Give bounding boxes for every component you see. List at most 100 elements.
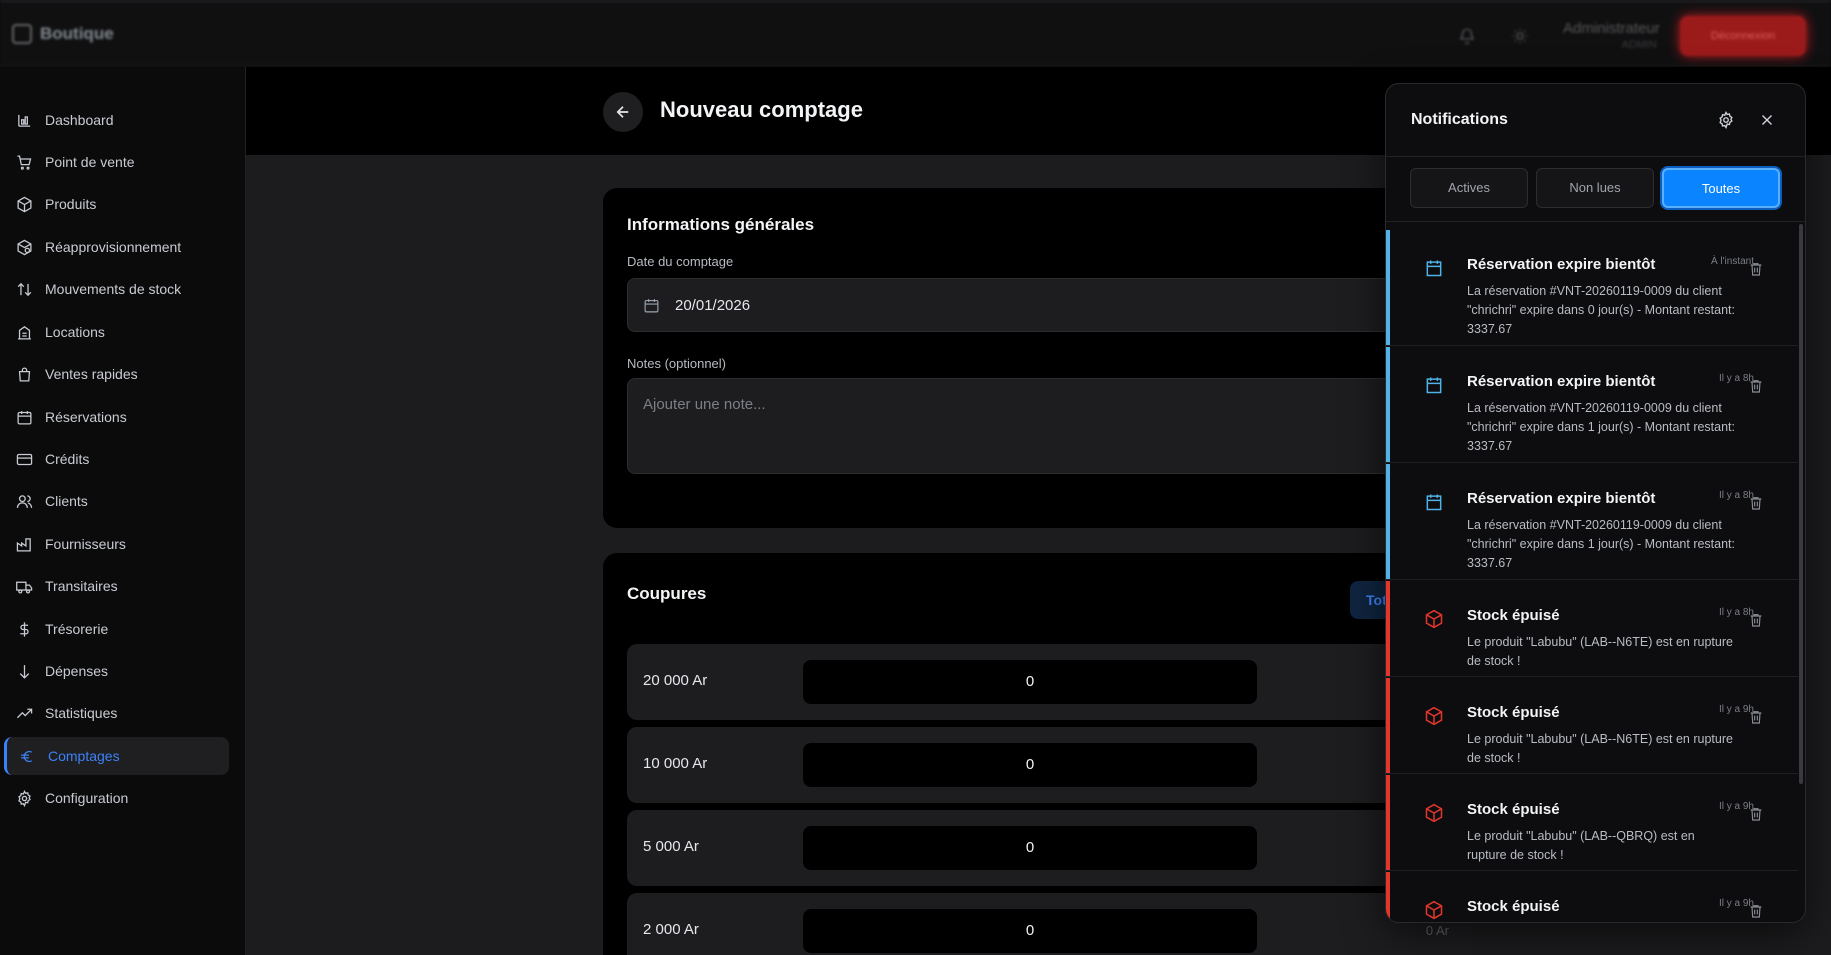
trash-icon[interactable] bbox=[1748, 378, 1764, 394]
sidebar-item-ventes-rapides[interactable]: Ventes rapides bbox=[4, 355, 229, 393]
calendar-icon bbox=[1424, 375, 1444, 395]
bag-icon bbox=[18, 367, 31, 382]
notification-item[interactable]: Stock épuisé Il y a 9h Le produit "Labubu"… bbox=[1386, 775, 1798, 871]
notification-message: Le produit "Labubu" (LAB--N6TE) est en r… bbox=[1467, 732, 1733, 765]
tab-toutes[interactable]: Toutes bbox=[1662, 168, 1780, 208]
notification-title: Stock épuisé bbox=[1467, 801, 1560, 818]
notification-item[interactable]: Stock épuisé Il y a 8h Le produit "Labubu"… bbox=[1386, 581, 1798, 677]
general-info-title: Informations générales bbox=[627, 215, 815, 234]
arrow-left-icon bbox=[616, 106, 629, 118]
notification-item[interactable]: Réservation expire bientôt À l'instant La … bbox=[1386, 230, 1798, 346]
box-refresh-icon bbox=[17, 239, 32, 255]
sidebar-item-label: Dépenses bbox=[45, 663, 109, 679]
sidebar: Dashboard Point de vente Produits Réapprovi… bbox=[0, 67, 246, 955]
brand[interactable]: Boutique bbox=[12, 24, 114, 44]
sidebar-item-label: Produits bbox=[45, 196, 97, 212]
notification-item[interactable]: Stock épuiséIl y a 9hLe produit "Stan Sm… bbox=[1386, 872, 1798, 922]
notification-item[interactable]: Stock épuisé Il y a 9h Le produit "Labubu"… bbox=[1386, 678, 1798, 774]
notification-item[interactable]: Réservation expire bientôt Il y a 8h La ré… bbox=[1386, 464, 1798, 580]
notification-message: Le produit "Labubu" (LAB--N6TE) est en r… bbox=[1467, 635, 1733, 668]
logout-button[interactable]: Déconnexion bbox=[1680, 16, 1806, 56]
sidebar-item-label: Réapprovisionnement bbox=[45, 239, 182, 255]
sidebar-item-label: Statistiques bbox=[45, 705, 118, 721]
package-icon bbox=[1424, 609, 1444, 629]
scrollbar[interactable] bbox=[1799, 224, 1803, 784]
notification-message: La réservation #VNT-20260119-0009 du cli… bbox=[1467, 401, 1736, 453]
coupure-row: 20 000 Ar 0 bbox=[627, 644, 1473, 720]
back-button[interactable] bbox=[603, 92, 643, 132]
notes-label: Notes (optionnel) bbox=[627, 356, 726, 371]
sidebar-item-point-de-vente[interactable]: Point de vente bbox=[4, 143, 229, 181]
gear-icon[interactable] bbox=[1717, 111, 1735, 130]
sidebar-item-locations[interactable]: Locations bbox=[4, 313, 229, 351]
notification-title: Stock épuisé bbox=[1467, 607, 1560, 624]
date-label: Date du comptage bbox=[627, 254, 734, 269]
bell-icon[interactable] bbox=[1458, 27, 1476, 45]
sidebar-item-label: Locations bbox=[45, 324, 105, 340]
sidebar-item-label: Fournisseurs bbox=[45, 536, 126, 552]
coupure-quantity-input[interactable]: 0 bbox=[803, 909, 1257, 953]
cart-icon bbox=[17, 154, 32, 170]
notifications-header: Notifications bbox=[1386, 84, 1805, 157]
notification-message: La réservation #VNT-20260119-0009 du cli… bbox=[1467, 518, 1736, 570]
trash-icon[interactable] bbox=[1748, 612, 1764, 628]
sidebar-item-label: Ventes rapides bbox=[45, 366, 138, 382]
notification-severity-bar bbox=[1386, 464, 1390, 579]
store-icon bbox=[12, 24, 32, 44]
sidebar-item-produits[interactable]: Produits bbox=[4, 185, 229, 223]
sidebar-item-dashboard[interactable]: Dashboard bbox=[4, 101, 229, 139]
trash-icon[interactable] bbox=[1748, 806, 1764, 822]
sidebar-item-comptages[interactable]: Comptages bbox=[4, 737, 229, 775]
sidebar-item-label: Dashboard bbox=[45, 112, 114, 128]
coupures-card: Coupures Tota 20 000 Ar 0 10 000 Ar 0 5 000 … bbox=[603, 553, 1473, 955]
euro-icon bbox=[21, 750, 33, 762]
trash-icon[interactable] bbox=[1748, 709, 1764, 725]
sidebar-item-mouvements-de-stock[interactable]: Mouvements de stock bbox=[4, 270, 229, 308]
tab-actives[interactable]: Actives bbox=[1410, 168, 1528, 208]
coupure-quantity-input[interactable]: 0 bbox=[803, 660, 1257, 704]
sidebar-item-tresorerie[interactable]: Trésorerie bbox=[4, 610, 229, 648]
coupure-label: 20 000 Ar bbox=[643, 672, 708, 689]
trash-icon[interactable] bbox=[1748, 495, 1764, 511]
chart-bar-icon bbox=[18, 114, 31, 127]
calendar-icon bbox=[17, 410, 32, 425]
sidebar-item-transitaires[interactable]: Transitaires bbox=[4, 567, 229, 605]
sidebar-item-depenses[interactable]: Dépenses bbox=[4, 652, 229, 690]
sidebar-item-label: Transitaires bbox=[45, 578, 118, 594]
notification-severity-bar bbox=[1386, 775, 1390, 870]
coupure-quantity-input[interactable]: 0 bbox=[803, 743, 1257, 787]
sidebar-item-statistiques[interactable]: Statistiques bbox=[4, 694, 229, 732]
sidebar-item-label: Crédits bbox=[45, 451, 90, 467]
notification-item[interactable]: Réservation expire bientôt Il y a 8h La ré… bbox=[1386, 347, 1798, 463]
sidebar-item-fournisseurs[interactable]: Fournisseurs bbox=[4, 525, 229, 563]
sidebar-item-configuration[interactable]: Configuration bbox=[4, 779, 229, 817]
general-info-card: Informations générales Date du comptage … bbox=[603, 188, 1477, 528]
coupure-quantity-input[interactable]: 0 bbox=[803, 826, 1257, 870]
sidebar-item-reapprovisionnement[interactable]: Réapprovisionnement bbox=[4, 228, 229, 266]
sidebar-item-label: Trésorerie bbox=[45, 621, 109, 637]
sidebar-item-reservations[interactable]: Réservations bbox=[4, 398, 229, 436]
coupure-row: 10 000 Ar 0 bbox=[627, 727, 1473, 803]
date-input[interactable]: 20/01/2026 bbox=[627, 278, 1477, 332]
sidebar-item-label: Réservations bbox=[45, 409, 127, 425]
users-icon bbox=[16, 494, 33, 508]
notification-severity-bar bbox=[1386, 347, 1390, 462]
package-icon bbox=[1424, 706, 1444, 726]
sidebar-item-credits[interactable]: Crédits bbox=[4, 440, 229, 478]
notes-textarea[interactable] bbox=[627, 378, 1477, 474]
sun-icon[interactable] bbox=[1511, 27, 1529, 45]
notification-severity-bar bbox=[1386, 872, 1390, 922]
sidebar-item-label: Clients bbox=[45, 493, 88, 509]
notification-list: Réservation expire bientôt À l'instant La … bbox=[1386, 222, 1798, 922]
trash-icon[interactable] bbox=[1748, 903, 1764, 919]
sidebar-item-clients[interactable]: Clients bbox=[4, 482, 229, 520]
trash-icon[interactable] bbox=[1748, 261, 1764, 277]
notification-severity-bar bbox=[1386, 678, 1390, 773]
user-info[interactable]: Administrateur ADMIN bbox=[1563, 20, 1660, 51]
tab-non-lues[interactable]: Non lues bbox=[1536, 168, 1654, 208]
top-bar: Boutique Administrateur ADMIN Déconnexio… bbox=[0, 0, 1831, 66]
sidebar-item-label: Mouvements de stock bbox=[45, 281, 182, 297]
close-icon[interactable] bbox=[1758, 111, 1776, 129]
dollar-icon bbox=[20, 621, 29, 637]
notifications-panel: Notifications Actives Non lues Toutes Ré… bbox=[1385, 83, 1806, 923]
